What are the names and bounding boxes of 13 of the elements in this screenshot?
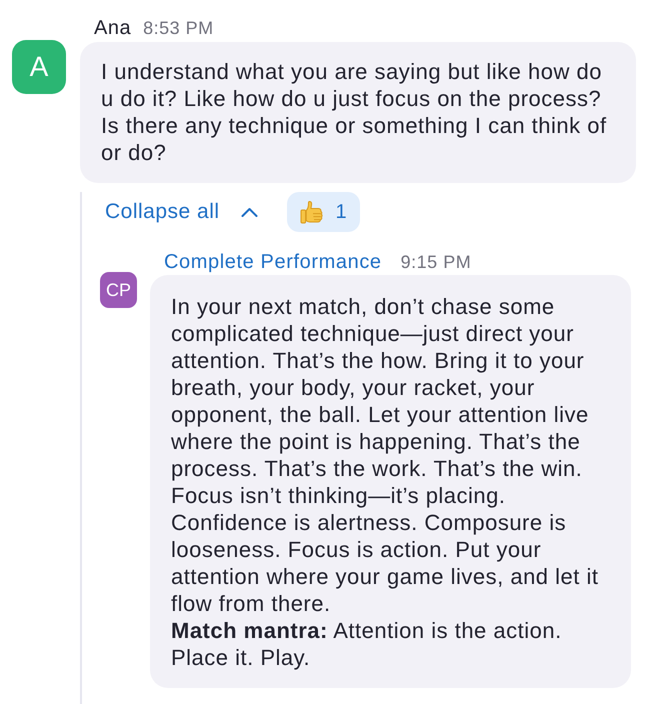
- collapse-all-button[interactable]: Collapse all: [105, 199, 258, 225]
- chevron-up-icon: [240, 207, 258, 217]
- sender-name: Ana: [94, 17, 132, 39]
- message-text: In your next match, don’t chase some complicated technique—just direct your attention. That’s the how. Bring it to your breath, your body, your racket, your opponent, the ball. Let your attention live where the point is happening. That’s the process. That’s the work. That’s the win. Focus isn’t thinking—it’s placing. Confidence is alertness. Composure is looseness. Focus is action. Put your attention where your game lives, and let it flow from there.: [171, 293, 600, 617]
- timestamp: 9:15 PM: [400, 251, 472, 273]
- user-avatar: A: [12, 40, 66, 94]
- user-avatar: CP: [100, 272, 137, 308]
- timestamp: 8:53 PM: [143, 17, 214, 39]
- thumbs-up-icon: [300, 200, 324, 224]
- reaction-button[interactable]: 1: [286, 192, 360, 232]
- sender-name: Complete Performance: [164, 251, 382, 273]
- message-text: I understand what you are saying but like how do u do it? Like how do u just focus on the process? Is there any technique or something I can think of or do?: [101, 58, 608, 166]
- message-text: Match mantra: Attention is the action. Place it. Play.: [171, 617, 563, 671]
